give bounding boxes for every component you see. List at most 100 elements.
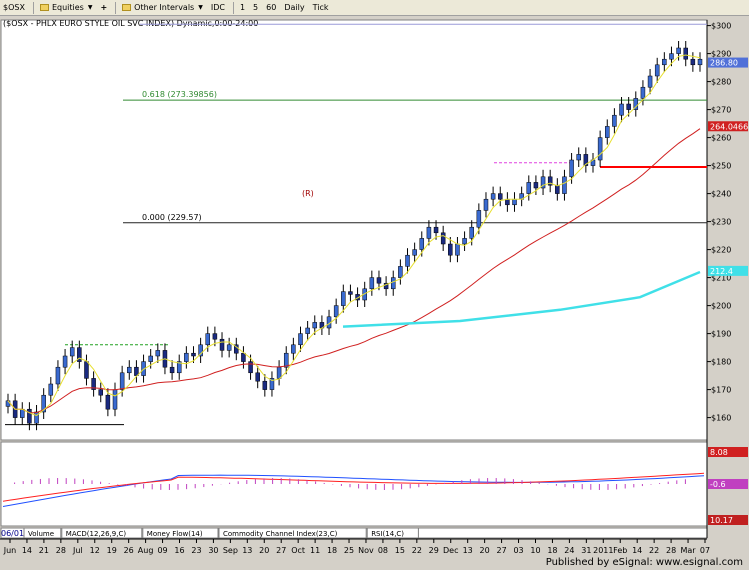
x-tick-label: 21 (39, 546, 49, 555)
candle-body (440, 232, 446, 245)
publisher-credit: Published by eSignal: www.esignal.com (545, 557, 743, 568)
chevron-down-icon: ▼ (198, 4, 203, 11)
toolbar-item-8[interactable]: Daily (281, 1, 307, 15)
candle-body (241, 352, 246, 362)
bracket-r-label: (R) (302, 189, 314, 198)
x-tick-label: 03 (513, 546, 523, 555)
footer-bar: Published by eSignal: www.esignal.com (0, 556, 749, 570)
y-tick-label: $260 (711, 134, 731, 143)
candle-body (184, 352, 189, 362)
indicator-tab-label: RSI(14,C) (371, 530, 404, 538)
candle-body (27, 408, 32, 424)
y-tick-label: $180 (711, 358, 731, 367)
x-tick-label: Dec (443, 546, 458, 555)
toolbar-separator (115, 1, 117, 14)
y-tick-label: $160 (711, 414, 731, 423)
toolbar-label: Other Intervals (134, 3, 195, 12)
candle-body (248, 361, 253, 374)
x-tick-label: 15 (395, 546, 405, 555)
hist-value-label: -0.6 (710, 480, 726, 489)
x-tick-label: Mar (681, 546, 697, 555)
candle-body (369, 277, 375, 290)
candle-body (576, 154, 581, 161)
candle-body (654, 64, 660, 77)
candle-body (626, 103, 631, 110)
candle-body (448, 243, 453, 256)
toolbar-label: 60 (266, 3, 277, 12)
x-tick-label: 18 (547, 546, 557, 555)
x-tick-label: 26 (124, 546, 134, 555)
candle-body (5, 400, 11, 407)
toolbar-item-0[interactable]: $OSX (0, 1, 28, 15)
candle-body (34, 411, 39, 424)
candle-body (98, 389, 103, 396)
x-tick-label: Oct (291, 546, 305, 555)
candle-body (298, 333, 303, 346)
toolbar-label: Equities (51, 3, 84, 12)
candle-body (683, 47, 688, 60)
toolbar-item-2[interactable]: + (97, 1, 110, 15)
candle-body (376, 277, 382, 284)
candle-body (433, 226, 439, 234)
indicator-tab-label: Volume (28, 530, 54, 538)
x-tick-label: 09 (157, 546, 167, 555)
folder-icon (39, 4, 49, 11)
folder-icon (122, 4, 132, 11)
candle-body (48, 383, 54, 396)
toolbar-item-1[interactable]: Equities ▼ (37, 1, 96, 15)
toolbar-item-5[interactable]: 1 (237, 1, 248, 15)
x-tick-label: 07 (700, 546, 710, 555)
x-tick-label: 20 (259, 546, 269, 555)
toolbar-item-9[interactable]: Tick (310, 1, 332, 15)
candle-body (276, 366, 282, 379)
toolbar-item-4[interactable]: IDC (208, 1, 228, 15)
candle-body (191, 352, 196, 357)
candle-body (390, 277, 396, 290)
candle-body (569, 159, 574, 178)
y-tick-label: $280 (711, 78, 731, 87)
chart-area: $160$170$180$190$200$210$220$230$240$250… (0, 16, 749, 556)
toolbar-item-3[interactable]: Other Intervals ▼ (119, 1, 206, 15)
toolbar-label: IDC (210, 3, 225, 12)
y-tick-label: $230 (711, 218, 731, 227)
candle-body (462, 238, 467, 245)
toolbar-label: + (100, 3, 108, 12)
x-tick-label: 30 (208, 546, 218, 555)
candle-body (483, 198, 489, 211)
x-tick-label: Jun (3, 546, 17, 555)
y-tick-label: $220 (711, 246, 731, 255)
candle-body (226, 344, 232, 351)
candle-body (127, 366, 132, 374)
x-tick-label: 27 (276, 546, 286, 555)
candle-body (148, 355, 153, 362)
toolbar-separator (232, 1, 234, 14)
candle-body (69, 347, 75, 357)
x-tick-label: Nov (358, 546, 374, 555)
x-tick-label: 29 (429, 546, 439, 555)
x-tick-label: 27 (496, 546, 506, 555)
price-panel (0, 19, 708, 441)
toolbar-item-7[interactable]: 60 (263, 1, 279, 15)
y-tick-label: $200 (711, 302, 731, 311)
candle-body (647, 75, 653, 88)
y-tick-label: $170 (711, 386, 731, 395)
x-tick-label: 22 (412, 546, 422, 555)
x-tick-label: 20 (480, 546, 490, 555)
candle-body (312, 322, 318, 329)
x-tick-label: Sep (223, 546, 238, 555)
y-tick-label: $290 (711, 50, 731, 59)
candle-body (262, 380, 268, 390)
x-tick-label: 25 (344, 546, 354, 555)
candle-body (169, 366, 175, 374)
toolbar-item-6[interactable]: 5 (250, 1, 261, 15)
candle-body (212, 333, 218, 340)
indicator-tab-label: Money Flow(14) (147, 530, 203, 538)
candle-body (341, 291, 346, 306)
toolbar-label: Daily (284, 3, 305, 12)
ma-short-label: 264.0466 (710, 122, 748, 131)
candle-body (526, 182, 532, 194)
x-tick-label: 12 (90, 546, 100, 555)
candle-body (155, 350, 161, 357)
toolbar-label: 1 (239, 3, 246, 12)
candle-body (562, 176, 567, 194)
